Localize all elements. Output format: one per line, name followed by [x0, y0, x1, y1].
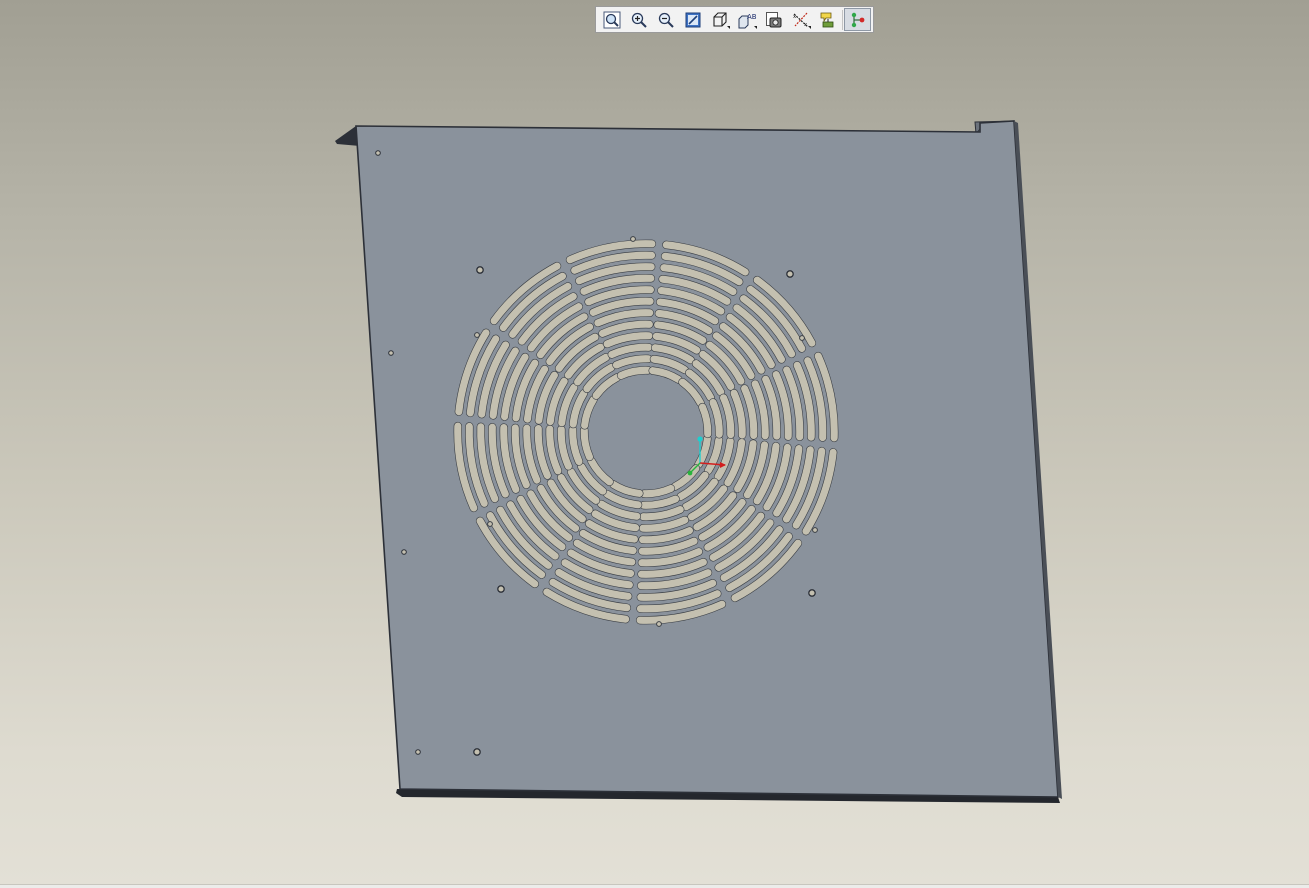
mounting-hole: [473, 748, 481, 756]
grille-rim-hole: [812, 527, 818, 533]
y-axis-marker: [697, 436, 703, 442]
mounting-hole: [476, 266, 484, 274]
z-axis-marker: [687, 470, 693, 476]
grille-rim-hole: [487, 521, 493, 527]
mounting-hole: [808, 589, 816, 597]
edge-hole: [415, 749, 421, 755]
mounting-hole: [786, 270, 794, 278]
grille-rim-hole: [474, 332, 480, 338]
cad-model-view[interactable]: [0, 0, 1309, 887]
grille-rim-hole: [630, 236, 636, 242]
grille-rim-hole: [656, 621, 662, 627]
mounting-hole: [497, 585, 505, 593]
edge-hole: [401, 549, 407, 555]
viewport-bottom-border: [0, 884, 1309, 888]
edge-hole: [388, 350, 394, 356]
grille-rim-hole: [799, 335, 805, 341]
edge-hole: [375, 150, 381, 156]
